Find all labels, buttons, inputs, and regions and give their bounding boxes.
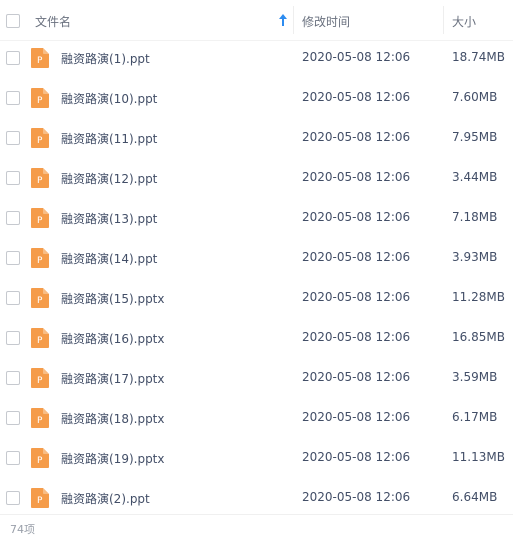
file-modified-time: 2020-05-08 12:06 — [302, 210, 411, 224]
row-checkbox[interactable] — [6, 251, 20, 265]
svg-text:P: P — [37, 256, 43, 266]
sort-ascending-icon[interactable] — [278, 13, 288, 27]
file-name[interactable]: 融资路演(11).ppt — [61, 130, 157, 147]
file-row[interactable]: P 融资路演(2).ppt 2020-05-08 12:06 6.64MB — [0, 478, 513, 518]
ppt-file-icon: P — [31, 328, 49, 348]
file-size: 11.13MB — [452, 450, 505, 464]
file-name[interactable]: 融资路演(14).ppt — [61, 250, 157, 267]
file-size: 6.64MB — [452, 490, 498, 504]
file-row[interactable]: P 融资路演(13).ppt 2020-05-08 12:06 7.18MB — [0, 198, 513, 238]
file-modified-time: 2020-05-08 12:06 — [302, 130, 411, 144]
file-list-header: 文件名 修改时间 大小 — [0, 0, 513, 41]
file-modified-time: 2020-05-08 12:06 — [302, 90, 411, 104]
row-checkbox[interactable] — [6, 131, 20, 145]
file-list: P 融资路演(1).ppt 2020-05-08 12:06 18.74MB P… — [0, 38, 513, 518]
file-row[interactable]: P 融资路演(11).ppt 2020-05-08 12:06 7.95MB — [0, 118, 513, 158]
ppt-file-icon: P — [31, 48, 49, 68]
file-row[interactable]: P 融资路演(18).pptx 2020-05-08 12:06 6.17MB — [0, 398, 513, 438]
file-row[interactable]: P 融资路演(19).pptx 2020-05-08 12:06 11.13MB — [0, 438, 513, 478]
file-size: 11.28MB — [452, 290, 505, 304]
file-modified-time: 2020-05-08 12:06 — [302, 170, 411, 184]
file-size: 7.18MB — [452, 210, 498, 224]
column-header-size[interactable]: 大小 — [452, 13, 476, 30]
row-checkbox[interactable] — [6, 491, 20, 505]
file-row[interactable]: P 融资路演(17).pptx 2020-05-08 12:06 3.59MB — [0, 358, 513, 398]
ppt-file-icon: P — [31, 208, 49, 228]
file-name[interactable]: 融资路演(16).pptx — [61, 330, 165, 347]
file-size: 6.17MB — [452, 410, 498, 424]
row-checkbox[interactable] — [6, 371, 20, 385]
file-row[interactable]: P 融资路演(14).ppt 2020-05-08 12:06 3.93MB — [0, 238, 513, 278]
file-modified-time: 2020-05-08 12:06 — [302, 250, 411, 264]
file-modified-time: 2020-05-08 12:06 — [302, 330, 411, 344]
file-size: 3.59MB — [452, 370, 498, 384]
row-checkbox[interactable] — [6, 291, 20, 305]
svg-text:P: P — [37, 376, 43, 386]
file-name[interactable]: 融资路演(13).ppt — [61, 210, 157, 227]
item-count: 74项 — [10, 523, 35, 536]
ppt-file-icon: P — [31, 408, 49, 428]
file-name[interactable]: 融资路演(18).pptx — [61, 410, 165, 427]
file-row[interactable]: P 融资路演(15).pptx 2020-05-08 12:06 11.28MB — [0, 278, 513, 318]
file-size: 7.95MB — [452, 130, 498, 144]
row-checkbox[interactable] — [6, 91, 20, 105]
file-name[interactable]: 融资路演(2).ppt — [61, 490, 150, 507]
ppt-file-icon: P — [31, 368, 49, 388]
file-row[interactable]: P 融资路演(10).ppt 2020-05-08 12:06 7.60MB — [0, 78, 513, 118]
file-modified-time: 2020-05-08 12:06 — [302, 410, 411, 424]
svg-text:P: P — [37, 296, 43, 306]
svg-text:P: P — [37, 416, 43, 426]
svg-text:P: P — [37, 56, 43, 66]
ppt-file-icon: P — [31, 88, 49, 108]
file-modified-time: 2020-05-08 12:06 — [302, 450, 411, 464]
file-size: 3.44MB — [452, 170, 498, 184]
column-header-name[interactable]: 文件名 — [35, 13, 71, 30]
row-checkbox[interactable] — [6, 171, 20, 185]
svg-text:P: P — [37, 496, 43, 506]
select-all-checkbox[interactable] — [6, 14, 20, 28]
column-divider[interactable] — [293, 6, 294, 34]
svg-text:P: P — [37, 456, 43, 466]
svg-text:P: P — [37, 136, 43, 146]
file-modified-time: 2020-05-08 12:06 — [302, 490, 411, 504]
file-name[interactable]: 融资路演(1).ppt — [61, 50, 150, 67]
file-modified-time: 2020-05-08 12:06 — [302, 290, 411, 304]
file-modified-time: 2020-05-08 12:06 — [302, 50, 411, 64]
file-modified-time: 2020-05-08 12:06 — [302, 370, 411, 384]
footer-divider — [0, 514, 513, 515]
file-row[interactable]: P 融资路演(16).pptx 2020-05-08 12:06 16.85MB — [0, 318, 513, 358]
svg-text:P: P — [37, 176, 43, 186]
file-row[interactable]: P 融资路演(12).ppt 2020-05-08 12:06 3.44MB — [0, 158, 513, 198]
svg-text:P: P — [37, 216, 43, 226]
row-checkbox[interactable] — [6, 451, 20, 465]
file-name[interactable]: 融资路演(12).ppt — [61, 170, 157, 187]
file-row[interactable]: P 融资路演(1).ppt 2020-05-08 12:06 18.74MB — [0, 38, 513, 78]
file-size: 18.74MB — [452, 50, 505, 64]
column-divider[interactable] — [443, 6, 444, 34]
row-checkbox[interactable] — [6, 331, 20, 345]
file-size: 3.93MB — [452, 250, 498, 264]
ppt-file-icon: P — [31, 288, 49, 308]
ppt-file-icon: P — [31, 128, 49, 148]
file-name[interactable]: 融资路演(10).ppt — [61, 90, 157, 107]
ppt-file-icon: P — [31, 448, 49, 468]
ppt-file-icon: P — [31, 488, 49, 508]
file-size: 7.60MB — [452, 90, 498, 104]
column-header-modified[interactable]: 修改时间 — [302, 13, 350, 30]
file-name[interactable]: 融资路演(15).pptx — [61, 290, 165, 307]
file-name[interactable]: 融资路演(17).pptx — [61, 370, 165, 387]
svg-text:P: P — [37, 96, 43, 106]
svg-text:P: P — [37, 336, 43, 346]
file-name[interactable]: 融资路演(19).pptx — [61, 450, 165, 467]
file-size: 16.85MB — [452, 330, 505, 344]
row-checkbox[interactable] — [6, 411, 20, 425]
ppt-file-icon: P — [31, 248, 49, 268]
row-checkbox[interactable] — [6, 211, 20, 225]
ppt-file-icon: P — [31, 168, 49, 188]
row-checkbox[interactable] — [6, 51, 20, 65]
